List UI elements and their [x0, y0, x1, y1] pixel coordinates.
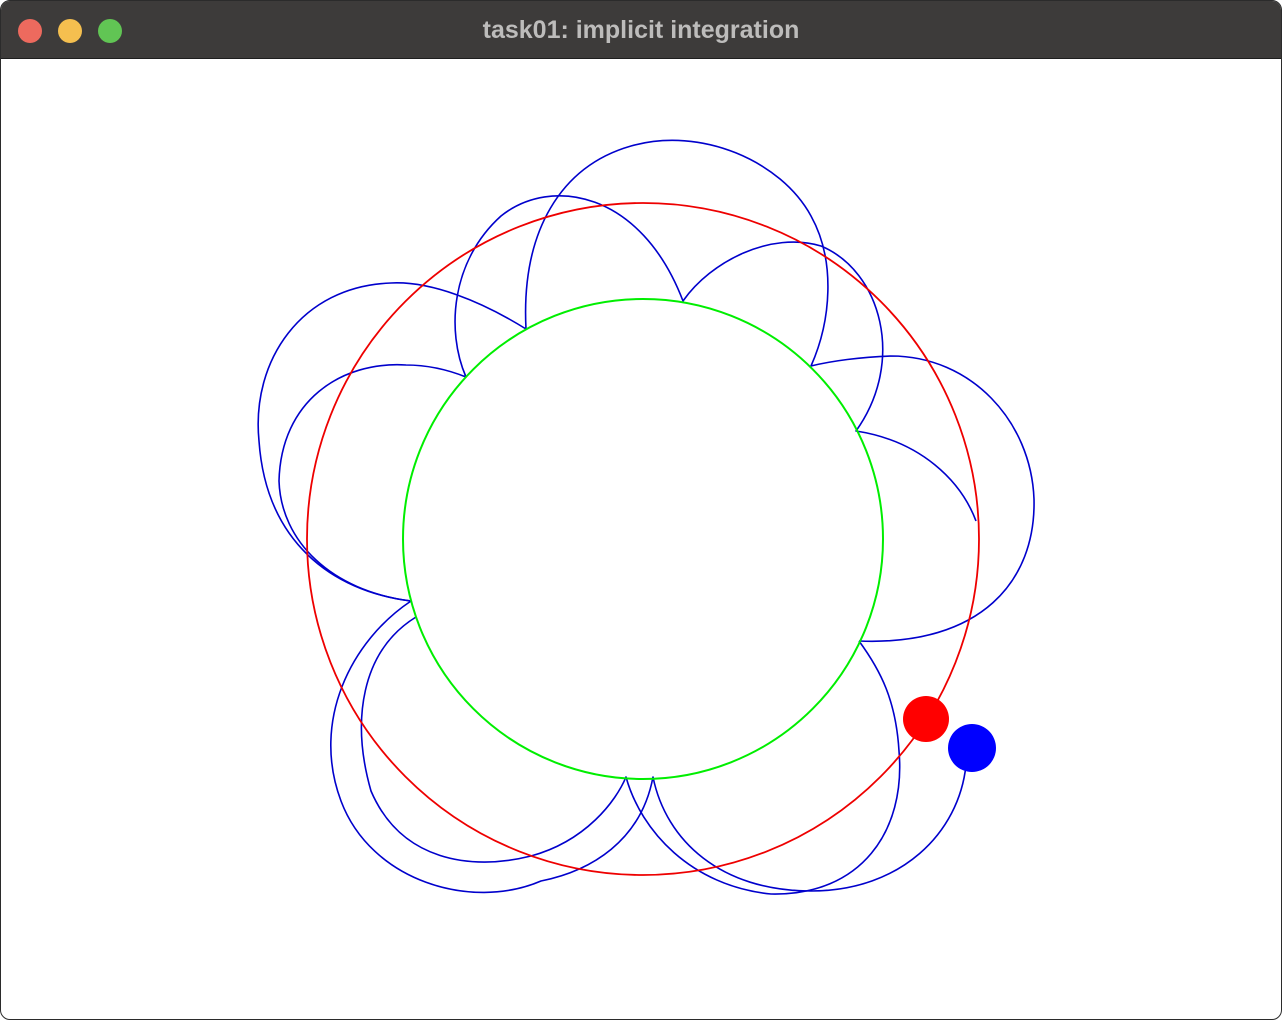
red-particle — [903, 696, 949, 742]
title-bar[interactable]: task01: implicit integration — [1, 1, 1281, 59]
app-window: task01: implicit integration — [0, 0, 1282, 1020]
particle-trajectory-segment — [257, 139, 1035, 642]
inner-circle — [402, 298, 884, 780]
particle-trajectory-segment — [360, 616, 901, 895]
blue-particle — [948, 724, 996, 772]
simulation-canvas — [257, 139, 1035, 895]
window-title: task01: implicit integration — [482, 16, 800, 44]
outer-circle — [306, 202, 980, 876]
